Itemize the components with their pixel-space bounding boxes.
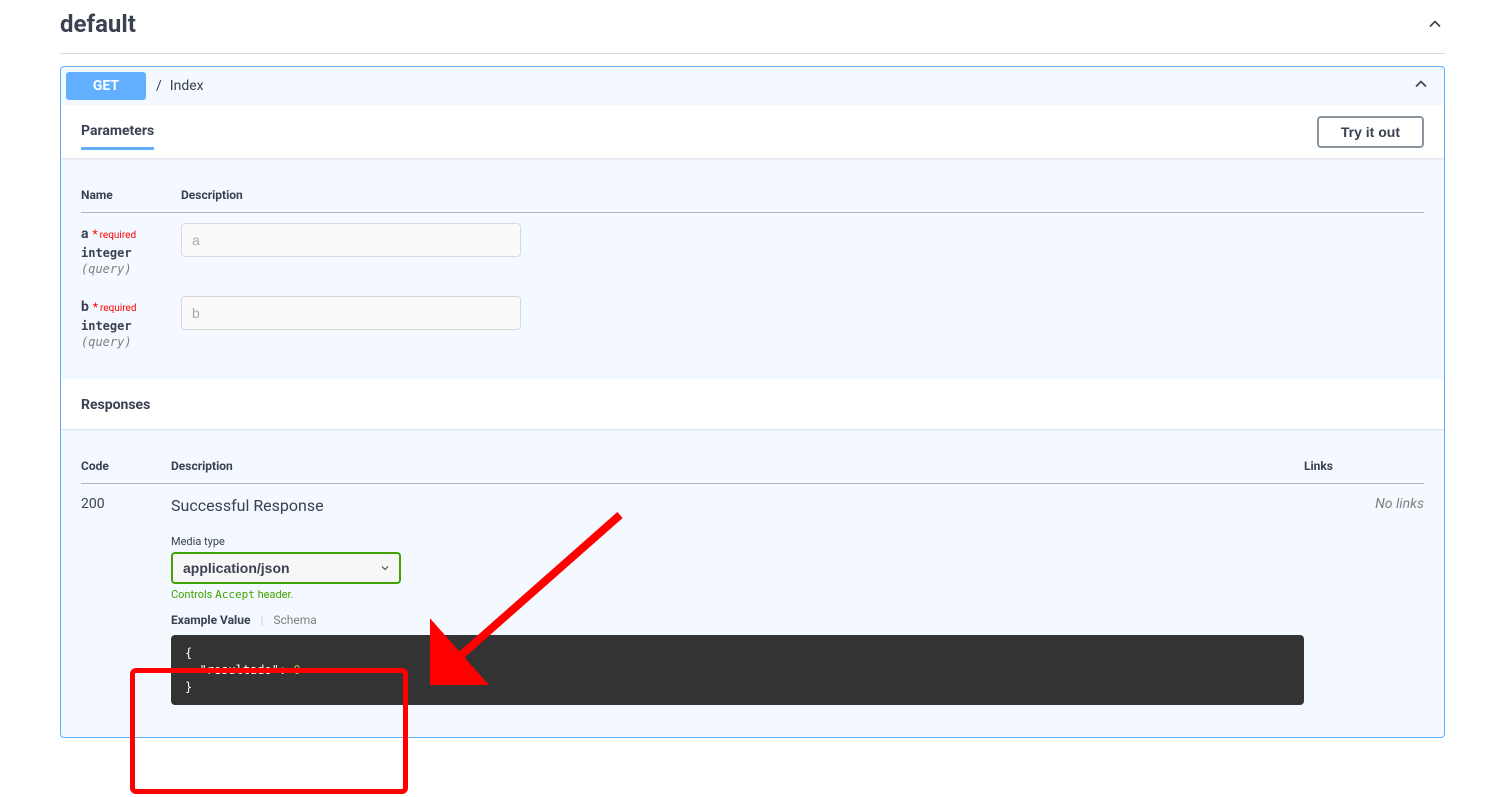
json-colon: :	[279, 663, 293, 677]
tab-divider: |	[260, 613, 263, 627]
required-label: required	[98, 230, 136, 241]
parameters-header: Parameters Try it out	[61, 105, 1444, 158]
responses-tab: Responses	[81, 387, 150, 421]
chevron-up-icon	[1411, 74, 1431, 94]
example-value-tab[interactable]: Example Value	[171, 613, 250, 627]
media-type-select[interactable]: application/json	[171, 552, 401, 584]
col-description: Description	[171, 449, 1304, 484]
json-key: "resultado"	[199, 663, 278, 677]
media-type-select-wrap: application/json	[171, 552, 401, 584]
param-type: integer	[81, 242, 181, 260]
accept-code: Accept	[215, 588, 255, 601]
parameters-tab[interactable]: Parameters	[81, 113, 154, 150]
accept-prefix: Controls	[171, 588, 215, 601]
example-code-block: { "resultado": 0 }	[171, 635, 1304, 705]
json-open: {	[185, 646, 192, 660]
json-value: 0	[293, 663, 300, 677]
opblock-path: / Index	[156, 78, 1401, 94]
param-name: b	[81, 299, 89, 315]
param-type: integer	[81, 315, 181, 333]
json-close: }	[185, 680, 192, 694]
schema-tab[interactable]: Schema	[273, 613, 316, 627]
param-name: a	[81, 226, 89, 242]
required-label: required	[98, 303, 136, 314]
try-it-out-button[interactable]: Try it out	[1317, 116, 1424, 148]
col-description: Description	[181, 178, 1424, 213]
accept-suffix: header.	[255, 588, 294, 601]
accept-hint: Controls Accept header.	[171, 588, 1304, 601]
path-summary: Index	[170, 78, 204, 94]
param-row: b *required integer (query)	[81, 286, 1424, 359]
param-input-a[interactable]	[181, 223, 521, 257]
path-slash: /	[156, 78, 162, 94]
tag-title: default	[60, 10, 136, 38]
param-row: a *required integer (query)	[81, 213, 1424, 287]
parameters-table: Name Description a *required integer (qu…	[61, 158, 1444, 379]
param-in: (query)	[81, 333, 181, 349]
response-description: Successful Response	[171, 496, 1304, 515]
responses-header: Responses	[61, 379, 1444, 429]
example-tabs: Example Value | Schema	[171, 613, 1304, 627]
col-code: Code	[81, 449, 171, 484]
media-type-label: Media type	[171, 535, 1304, 548]
method-badge: GET	[66, 72, 146, 100]
collapse-toggle[interactable]	[1411, 74, 1431, 98]
opblock-body: Parameters Try it out Name Description a	[61, 105, 1444, 737]
required-star-icon: *	[92, 227, 97, 241]
chevron-up-icon	[1425, 14, 1445, 34]
col-links: Links	[1304, 449, 1424, 484]
response-code: 200	[81, 484, 171, 718]
param-in: (query)	[81, 260, 181, 276]
col-name: Name	[81, 178, 181, 213]
responses-table: Code Description Links 200 Successful Re…	[61, 429, 1444, 737]
response-links: No links	[1304, 484, 1424, 718]
response-row: 200 Successful Response Media type appli…	[81, 484, 1424, 718]
opblock-summary[interactable]: GET / Index	[61, 67, 1444, 105]
tag-header[interactable]: default	[60, 0, 1445, 54]
param-input-b[interactable]	[181, 296, 521, 330]
opblock-get: GET / Index Parameters Try it out Name D…	[60, 66, 1445, 738]
